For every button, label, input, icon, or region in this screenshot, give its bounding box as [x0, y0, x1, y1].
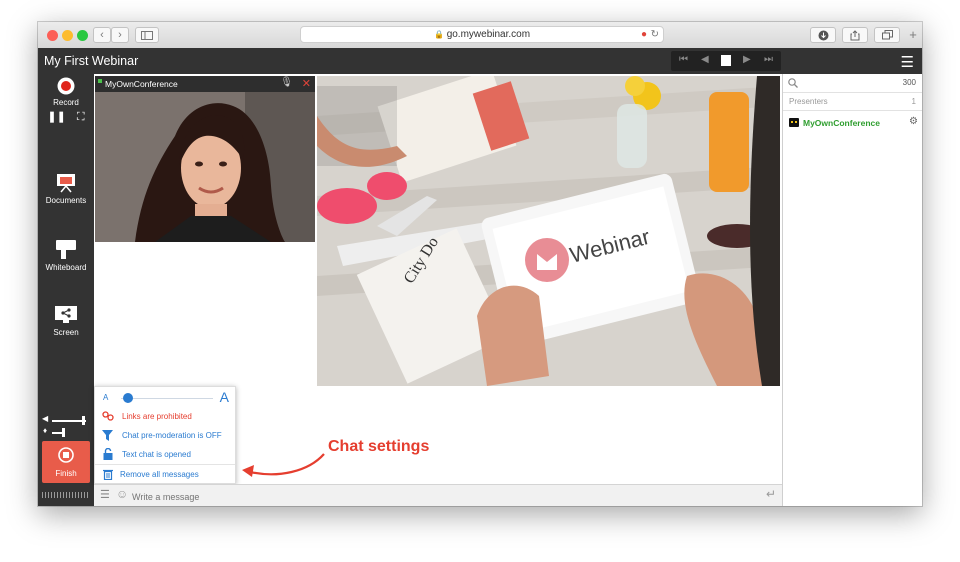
- reload-icon[interactable]: ↻: [651, 27, 659, 42]
- emoji-icon[interactable]: ☺: [116, 487, 128, 501]
- video-participant-name: MyOwnConference: [105, 79, 178, 89]
- finish-label: Finish: [55, 469, 77, 478]
- whiteboard-icon: [56, 240, 76, 259]
- download-icon: [818, 30, 828, 41]
- trash-icon: [103, 469, 113, 480]
- unlock-icon: [103, 448, 113, 460]
- screen-share-icon: [55, 306, 77, 323]
- remove-messages-setting[interactable]: Remove all messages: [95, 464, 235, 483]
- fullscreen-icon[interactable]: ⛶: [77, 111, 85, 123]
- text-chat-setting[interactable]: Text chat is opened: [95, 445, 235, 463]
- address-bar[interactable]: 🔒 go.mywebinar.com ● ↻: [300, 26, 664, 43]
- search-icon: [788, 78, 798, 88]
- presentation-controls: ⏮ ◀ ▶ ⏭: [671, 51, 781, 71]
- participants-panel: 300 Presenters 1 MyOwnConference ⚙: [782, 74, 922, 506]
- browser-toolbar: ‹ › 🔒 go.mywebinar.com ● ↻ +: [38, 22, 922, 49]
- tools-sidebar: Record ❚❚ ⛶ Documents Whiteboard Screen …: [38, 74, 94, 506]
- minimize-window-button[interactable]: [62, 30, 73, 41]
- presenter-name: MyOwnConference: [803, 118, 880, 128]
- close-video-icon[interactable]: ✕: [302, 77, 311, 90]
- browser-window: ‹ › 🔒 go.mywebinar.com ● ↻ + My First We…: [38, 22, 922, 506]
- link-off-icon: [102, 411, 114, 421]
- new-tab-button[interactable]: +: [904, 27, 922, 43]
- gear-icon[interactable]: ⚙: [909, 116, 918, 127]
- chat-settings-icon[interactable]: ☰: [100, 488, 110, 501]
- first-slide-icon[interactable]: ⏮: [679, 54, 688, 65]
- presenter-portrait: [95, 76, 315, 242]
- zoom-window-button[interactable]: [77, 30, 88, 41]
- tabs-overview-button[interactable]: [874, 27, 900, 43]
- premoderation-setting[interactable]: Chat pre-moderation is OFF: [95, 426, 235, 444]
- microphone-icon: ♦: [43, 426, 48, 435]
- documents-label: Documents: [45, 196, 87, 205]
- whiteboard-label: Whiteboard: [45, 263, 87, 272]
- address-text: go.mywebinar.com: [446, 29, 531, 40]
- links-label: Links are prohibited: [122, 412, 192, 421]
- previous-slide-icon[interactable]: ◀: [701, 54, 709, 65]
- text-chat-label: Text chat is opened: [122, 450, 191, 459]
- font-large-label: A: [219, 389, 229, 405]
- screen-label: Screen: [53, 328, 79, 337]
- links-setting[interactable]: Links are prohibited: [95, 407, 235, 425]
- app-header: My First Webinar ⏮ ◀ ▶ ⏭ ☰: [38, 48, 922, 74]
- last-slide-icon[interactable]: ⏭: [764, 54, 773, 65]
- lock-icon: 🔒: [433, 30, 444, 39]
- downloads-button[interactable]: [810, 27, 836, 43]
- sidebar-toggle-button[interactable]: [135, 27, 159, 43]
- font-size-slider[interactable]: A A: [95, 389, 235, 407]
- tabs-icon: [881, 30, 893, 40]
- send-icon[interactable]: ↵: [766, 487, 776, 501]
- close-window-button[interactable]: [47, 30, 58, 41]
- speaker-volume-slider[interactable]: ◀: [38, 414, 94, 426]
- documents-icon: [57, 174, 75, 193]
- record-button[interactable]: Record: [38, 77, 94, 107]
- chat-input-bar: ☰ ☺ ↵: [94, 484, 782, 506]
- stop-circle-icon: [58, 447, 74, 463]
- premoderation-label: Chat pre-moderation is OFF: [122, 431, 222, 440]
- video-title-bar: MyOwnConference 🎙 ✕: [95, 76, 315, 92]
- remove-messages-label: Remove all messages: [120, 470, 199, 479]
- presenter-row[interactable]: MyOwnConference ⚙: [783, 114, 922, 132]
- record-controls: ❚❚ ⛶: [38, 110, 94, 124]
- menu-icon[interactable]: ☰: [901, 53, 914, 71]
- annotation-label: Chat settings: [328, 438, 430, 455]
- font-small-label: A: [103, 393, 109, 402]
- speaker-icon: ◀: [42, 414, 49, 423]
- chat-settings-popup: A A Links are prohibited Chat pre-modera…: [94, 386, 236, 484]
- mic-icon[interactable]: 🎙: [280, 77, 293, 88]
- share-icon: [850, 30, 860, 41]
- documents-button[interactable]: Documents: [38, 173, 94, 205]
- participant-search[interactable]: 300: [783, 74, 922, 93]
- stop-icon[interactable]: [721, 55, 731, 66]
- forward-button[interactable]: ›: [111, 27, 129, 43]
- whiteboard-button[interactable]: Whiteboard: [38, 238, 94, 272]
- audio-level-meter: [42, 492, 90, 498]
- finish-button[interactable]: Finish: [42, 441, 90, 483]
- back-button[interactable]: ‹: [93, 27, 111, 43]
- presenters-header: Presenters 1: [783, 92, 922, 111]
- record-label: Record: [53, 98, 79, 107]
- presenters-label: Presenters: [789, 97, 828, 106]
- share-button[interactable]: [842, 27, 868, 43]
- status-indicator: [98, 79, 102, 83]
- presenter-video: MyOwnConference 🎙 ✕: [95, 76, 315, 242]
- webinar-title: My First Webinar: [44, 54, 139, 68]
- microphone-volume-slider[interactable]: ♦: [38, 426, 94, 438]
- filter-icon: [102, 430, 113, 441]
- chat-message-input[interactable]: [130, 488, 734, 505]
- presentation-slide: Webinar City Do: [317, 76, 780, 386]
- record-icon: [57, 77, 75, 95]
- screen-share-button[interactable]: Screen: [38, 305, 94, 337]
- sidebar-icon: [141, 31, 153, 40]
- participant-count: 300: [902, 78, 916, 87]
- slide-image: Webinar City Do: [317, 76, 780, 386]
- presenters-count: 1: [911, 97, 916, 106]
- camera-icon: [789, 118, 799, 127]
- microphone-icon[interactable]: ●: [641, 27, 647, 42]
- next-slide-icon[interactable]: ▶: [743, 54, 751, 65]
- font-slider-handle[interactable]: [123, 393, 133, 403]
- pause-icon[interactable]: ❚❚: [47, 111, 65, 123]
